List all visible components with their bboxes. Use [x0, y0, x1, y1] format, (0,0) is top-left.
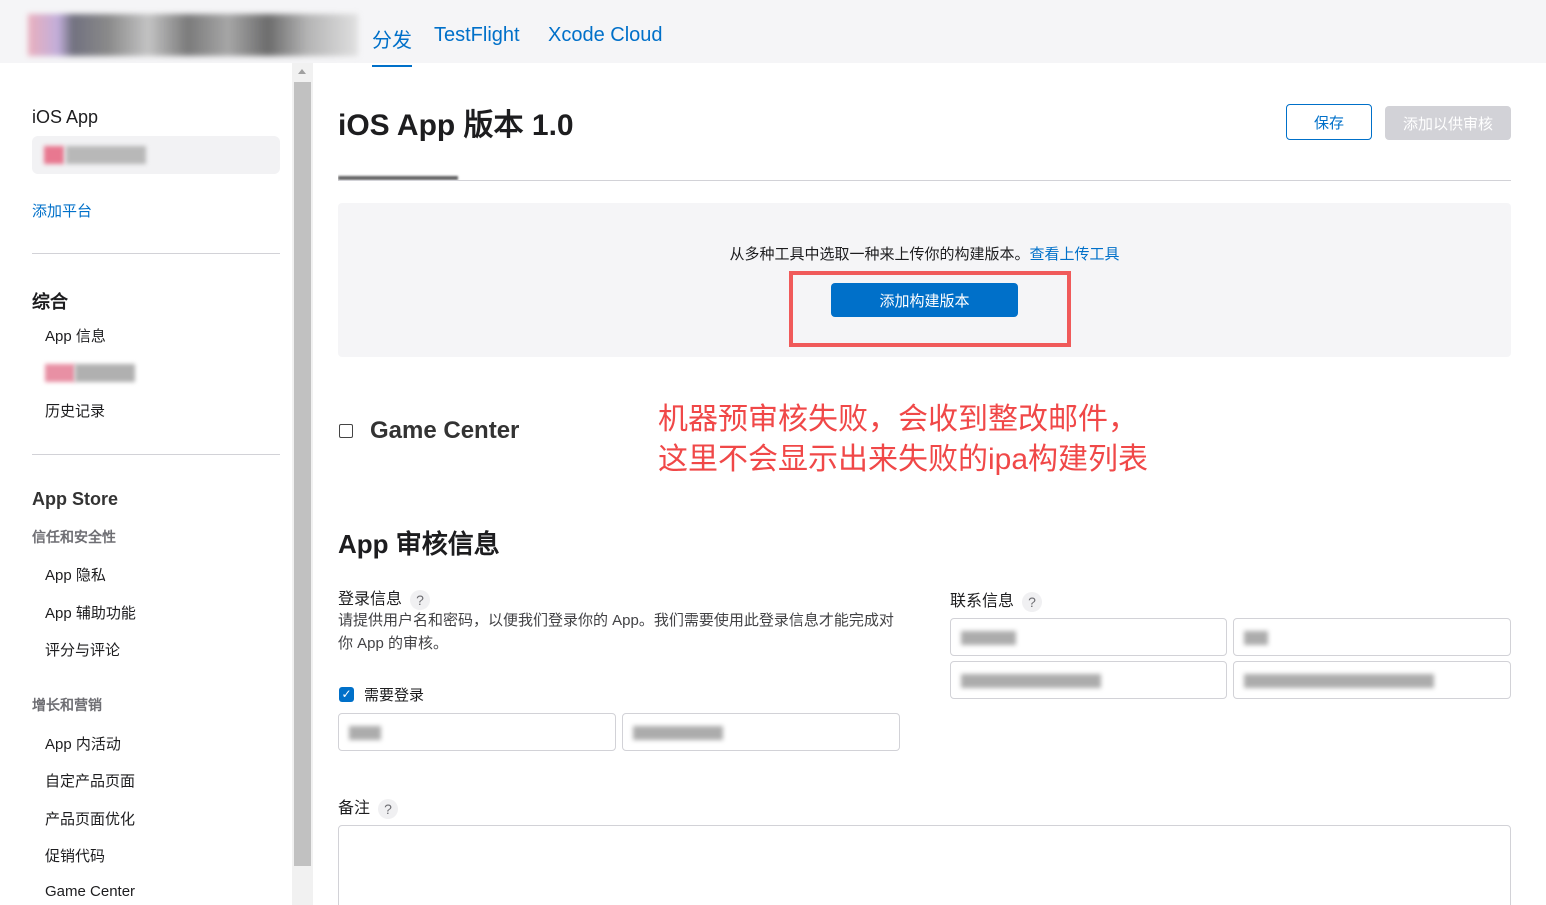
sidebar-item-history[interactable]: 历史记录 [45, 400, 105, 421]
help-icon[interactable]: ? [410, 589, 431, 610]
scroll-up-arrow-icon[interactable] [298, 69, 306, 74]
sidebar-item-version-selected[interactable] [32, 136, 280, 174]
app-review-info-title: App 审核信息 [338, 529, 500, 559]
contact-info-label: 联系信息? [950, 587, 1043, 612]
notes-label: 备注? [338, 794, 399, 819]
game-center-checkbox[interactable] [339, 424, 353, 438]
first-name-field[interactable] [950, 618, 1227, 656]
email-field[interactable] [1233, 661, 1511, 699]
login-info-label: 登录信息? [338, 585, 431, 610]
sign-in-required-checkbox[interactable]: ✓ [339, 687, 354, 702]
password-field[interactable] [622, 713, 900, 751]
tab-distribution[interactable]: 分发 [372, 24, 412, 67]
annotation-note: 机器预审核失败，会收到整改邮件， 这里不会显示出来失败的ipa构建列表 [658, 400, 1148, 480]
contact-info-text: 联系信息 [950, 593, 1015, 610]
sidebar-heading-general: 综合 [32, 292, 68, 312]
scroll-thumb[interactable] [294, 82, 311, 866]
sidebar-item-redacted[interactable] [45, 363, 137, 383]
save-button[interactable]: 保存 [1286, 104, 1372, 140]
annotation-line-1: 机器预审核失败，会收到整改邮件， [658, 403, 1138, 436]
sidebar-item-app-info[interactable]: App 信息 [45, 325, 106, 346]
sidebar-divider [32, 454, 280, 455]
phone-field[interactable] [950, 661, 1227, 699]
version-label-redacted-2 [66, 146, 146, 164]
account-name-redacted[interactable] [28, 14, 358, 56]
sidebar-item-custom-product-pages[interactable]: 自定产品页面 [45, 770, 135, 791]
sidebar-subheading-trust: 信任和安全性 [32, 529, 116, 545]
sidebar-item-game-center[interactable]: Game Center [45, 883, 135, 900]
username-field[interactable] [338, 713, 616, 751]
section-heading-clipped [338, 170, 478, 180]
notes-textarea[interactable] [338, 825, 1511, 905]
section-divider [338, 180, 1511, 181]
sidebar: iOS App 添加平台 综合 App 信息 历史记录 App Store 信任… [0, 63, 292, 905]
last-name-field[interactable] [1233, 618, 1511, 656]
sidebar-item-in-app-events[interactable]: App 内活动 [45, 733, 121, 754]
sidebar-item-accessibility[interactable]: App 辅助功能 [45, 602, 136, 623]
view-upload-tools-link[interactable]: 查看上传工具 [1030, 246, 1120, 263]
game-center-label: Game Center [370, 417, 520, 444]
tab-testflight[interactable]: TestFlight [434, 24, 520, 47]
sidebar-heading-ios-app: iOS App [32, 107, 99, 127]
version-label-redacted [44, 146, 64, 164]
page-title: iOS App 版本 1.0 [338, 109, 574, 142]
tab-xcode-cloud[interactable]: Xcode Cloud [548, 24, 663, 47]
sidebar-item-promo-codes[interactable]: 促销代码 [45, 845, 105, 866]
sign-in-required-label: 需要登录 [364, 687, 425, 704]
sidebar-divider [32, 253, 280, 254]
help-icon[interactable]: ? [378, 798, 399, 819]
help-icon[interactable]: ? [1022, 591, 1043, 612]
add-for-review-button[interactable]: 添加以供审核 [1385, 106, 1511, 140]
add-platform-link[interactable]: 添加平台 [32, 200, 92, 221]
sidebar-item-product-page-optimization[interactable]: 产品页面优化 [45, 808, 135, 829]
annotation-line-2: 这里不会显示出来失败的ipa构建列表 [658, 443, 1149, 476]
build-hint-label: 从多种工具中选取一种来上传你的构建版本。 [729, 246, 1030, 263]
sidebar-item-ratings-reviews[interactable]: 评分与评论 [45, 639, 120, 660]
login-info-text: 登录信息 [338, 591, 403, 608]
top-navigation-bar: 分发 TestFlight Xcode Cloud [0, 0, 1546, 67]
sidebar-item-app-privacy[interactable]: App 隐私 [45, 564, 106, 585]
add-build-button[interactable]: 添加构建版本 [831, 283, 1018, 317]
login-description: 请提供用户名和密码，以便我们登录你的 App。我们需要使用此登录信息才能完成对你… [338, 612, 894, 652]
sidebar-subheading-growth: 增长和营销 [32, 697, 102, 713]
sidebar-scrollbar[interactable] [292, 63, 313, 905]
notes-text: 备注 [338, 800, 371, 817]
build-hint-text: 从多种工具中选取一种来上传你的构建版本。查看上传工具 [338, 243, 1511, 264]
sidebar-heading-app-store: App Store [32, 489, 119, 509]
